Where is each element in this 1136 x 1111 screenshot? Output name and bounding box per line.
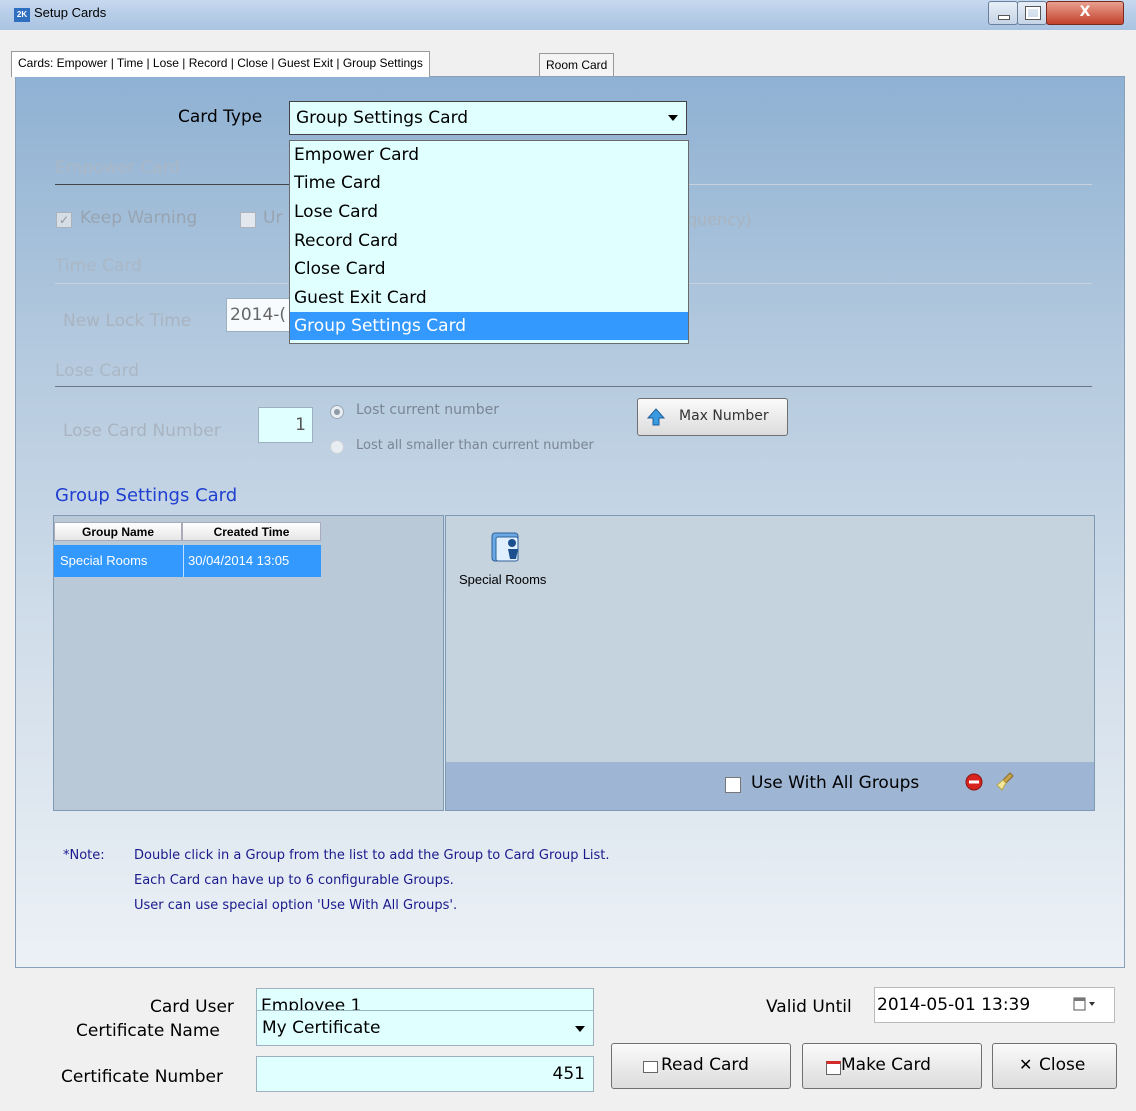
make-card-label: Make Card [841,1055,931,1075]
use-all-groups-checkbox[interactable] [725,777,741,793]
chevron-down-icon [668,115,678,121]
keep-warning-checkbox[interactable]: ✓ [56,212,72,228]
app-icon: 2K [14,8,30,22]
make-card-button[interactable]: Make Card [802,1043,982,1089]
use-all-groups-label: Use With All Groups [751,773,920,793]
card-type-option[interactable]: Time Card [290,169,688,197]
card-type-option[interactable]: Empower Card [290,141,688,169]
group-settings-heading: Group Settings Card [55,485,238,506]
card-type-selected: Group Settings Card [296,108,469,128]
tab-room-card[interactable]: Room Card [539,53,615,76]
empower-frequency-label: quency) [687,210,752,229]
note-prefix: *Note: [63,848,105,863]
lose-divider [55,386,1092,387]
group-icon [491,532,519,562]
certificate-number-label: Certificate Number [61,1067,223,1087]
close-label: Close [1039,1055,1086,1075]
card-write-icon [826,1061,841,1075]
tab-cards[interactable]: Cards: Empower | Time | Lose | Record | … [11,51,430,77]
group-item-label: Special Rooms [459,572,547,587]
radio-dot [334,409,340,415]
calendar-dropdown-icon[interactable] [1073,996,1099,1012]
read-card-label: Read Card [661,1055,749,1075]
card-type-option[interactable]: Guest Exit Card [290,284,688,312]
window-close-button[interactable]: X [1046,1,1124,25]
group-item[interactable] [486,527,526,567]
empower-option-checkbox[interactable] [240,212,256,228]
card-type-option-selected[interactable]: Group Settings Card [290,312,688,340]
card-icon [643,1061,658,1073]
empower-card-heading: Empower Card [55,158,181,178]
close-button[interactable]: ✕ Close [992,1043,1117,1089]
empower-option-label: Ur [263,208,283,228]
lost-all-radio[interactable] [330,440,344,454]
note-line: Each Card can have up to 6 configurable … [134,873,454,888]
certificate-name-value: My Certificate [262,1018,381,1038]
card-user-label: Card User [150,997,234,1017]
card-type-select[interactable]: Group Settings Card [289,101,687,135]
certificate-name-select[interactable]: My Certificate [256,1010,594,1046]
table-row-created-time[interactable]: 30/04/2014 13:05 [184,545,321,577]
chevron-down-icon [575,1026,585,1032]
lost-current-radio[interactable] [330,405,344,419]
card-type-label: Card Type [178,107,263,127]
card-type-option[interactable]: Close Card [290,255,688,283]
minimize-button[interactable] [988,1,1018,25]
lose-card-number-field[interactable]: 1 [258,407,313,443]
minimize-icon [998,15,1010,20]
valid-until-value: 2014-05-01 13:39 [877,995,1031,1015]
note-line: Double click in a Group from the list to… [134,848,610,863]
max-number-label: Max Number [679,408,769,424]
maximize-button[interactable] [1017,1,1047,25]
window-title: Setup Cards [34,5,107,20]
certificate-number-field[interactable]: 451 [256,1056,594,1092]
new-lock-time-field[interactable]: 2014-( [226,298,290,332]
column-header-created-time[interactable]: Created Time [182,522,321,541]
clear-broom-icon[interactable] [994,770,1018,794]
lost-current-label: Lost current number [356,402,499,418]
tab-bar: Cards: Empower | Time | Lose | Record | … [0,51,1136,77]
max-number-button[interactable]: Max Number [637,398,788,436]
close-x-icon: ✕ [1019,1055,1033,1074]
title-bar[interactable]: 2K Setup Cards X [0,0,1136,30]
column-header-group-name[interactable]: Group Name [54,522,182,541]
table-row-group-name[interactable]: Special Rooms [54,545,184,577]
maximize-icon [1025,6,1041,20]
empower-divider-right [687,184,1092,185]
keep-warning-label: Keep Warning [80,208,198,228]
card-type-option[interactable]: Record Card [290,227,688,255]
note-line: User can use special option 'Use With Al… [134,898,458,913]
empower-divider [55,184,290,185]
time-card-heading: Time Card [55,256,142,276]
setup-cards-window: 2K Setup Cards X Cards: Empower | Time |… [0,0,1136,1111]
arrow-up-icon [646,408,666,426]
read-card-button[interactable]: Read Card [611,1043,791,1089]
lost-all-label: Lost all smaller than current number [356,438,594,453]
time-divider-right [687,283,1092,284]
card-type-dropdown-list: Empower Card Time Card Lose Card Record … [289,140,689,344]
lose-card-number-label: Lose Card Number [63,421,221,441]
close-icon: X [1079,4,1091,20]
lose-card-heading: Lose Card [55,361,140,381]
certificate-name-label: Certificate Name [76,1021,220,1041]
card-type-option[interactable]: Lose Card [290,198,688,226]
remove-icon[interactable] [964,772,984,792]
new-lock-time-label: New Lock Time [63,311,192,331]
valid-until-label: Valid Until [766,997,852,1017]
time-divider [55,283,288,284]
